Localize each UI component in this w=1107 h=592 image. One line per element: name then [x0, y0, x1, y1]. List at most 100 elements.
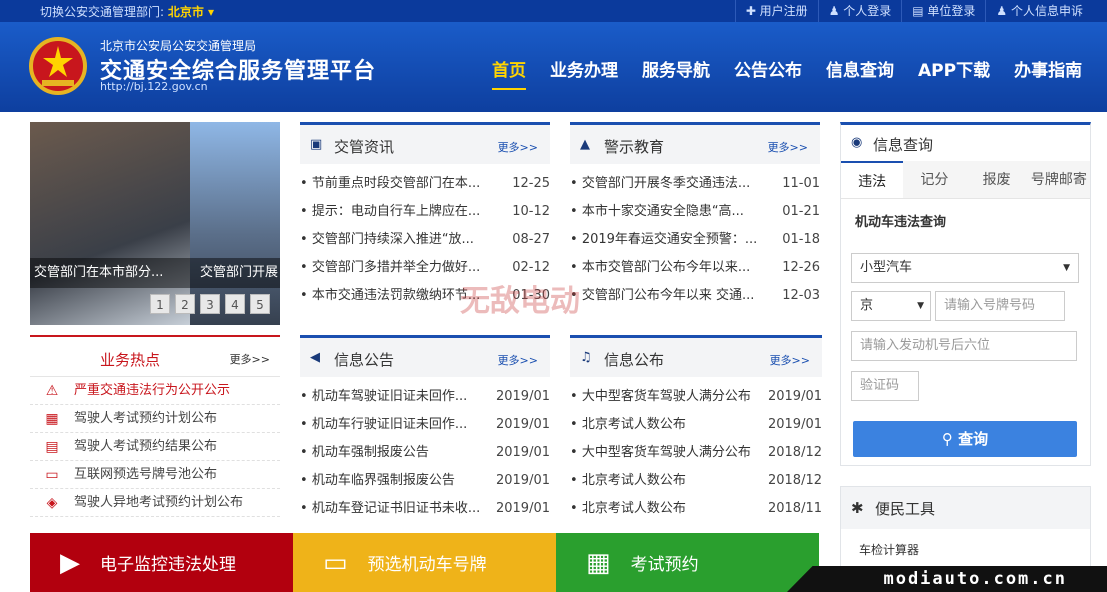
list-item-date: 2019/01	[495, 417, 550, 432]
list-item-title[interactable]: 机动车强制报废公告	[300, 439, 429, 467]
list-item-title[interactable]: 2019年春运交通安全预警：...	[570, 226, 757, 254]
hot-item-label[interactable]: 驾驶人异地考试预约计划公布	[74, 489, 243, 517]
list-item[interactable]: 机动车行驶证旧证未回作... 2019/01	[300, 411, 550, 439]
hot-item-label[interactable]: 驾驶人考试预约计划公布	[74, 405, 217, 433]
city-select[interactable]: 北京市 ▾	[168, 5, 214, 19]
list-item-date: 2019/01	[495, 473, 550, 488]
list-item[interactable]: 交管部门公布今年以来 交通... 12-03	[570, 282, 820, 310]
nav-service[interactable]: 服务导航	[630, 56, 722, 81]
list-item[interactable]: 机动车临界强制报废公告 2019/01	[300, 467, 550, 495]
more-link[interactable]: 更多>>	[498, 139, 538, 155]
tile-preselect-plate[interactable]: ▭ 预选机动车号牌	[293, 533, 556, 592]
list-item[interactable]: 北京考试人数公布 2018/11	[570, 495, 822, 523]
carousel-page-button[interactable]: 5	[250, 294, 270, 314]
list-item-title[interactable]: 北京考试人数公布	[570, 467, 686, 495]
hot-item-label[interactable]: 驾驶人考试预约结果公布	[74, 433, 217, 461]
tab-plate-mail[interactable]: 号牌邮寄	[1028, 161, 1090, 198]
tool-inspection-calculator[interactable]: 车检计算器	[841, 529, 1090, 558]
list-item-title[interactable]: 交管部门公布今年以来 交通...	[570, 282, 755, 310]
list-item-title[interactable]: 北京考试人数公布	[570, 411, 686, 439]
list-item[interactable]: 节前重点时段交管部门在本... 12-25	[300, 170, 550, 198]
unit-login-link[interactable]: ▤ 单位登录	[901, 0, 985, 22]
list-item-title[interactable]: 机动车登记证书旧证书未收...	[300, 495, 480, 523]
list-item-title[interactable]: 提示：电动自行车上牌应在...	[300, 198, 480, 226]
carousel-page-button[interactable]: 3	[200, 294, 220, 314]
list-item-title[interactable]: 北京考试人数公布	[570, 495, 686, 523]
list-item-title[interactable]: 交管部门持续深入推进“放...	[300, 226, 474, 254]
list-item[interactable]: 北京考试人数公布 2019/01	[570, 411, 822, 439]
personal-appeal-link[interactable]: ♟ 个人信息申诉	[985, 0, 1093, 22]
nav-home[interactable]: 首页	[480, 56, 538, 90]
more-link[interactable]: 更多>>	[498, 352, 538, 368]
carousel-page-button[interactable]: 2	[175, 294, 195, 314]
carousel-page-button[interactable]: 1	[150, 294, 170, 314]
list-item-date: 2019/01	[767, 417, 822, 432]
list-item-title[interactable]: 节前重点时段交管部门在本...	[300, 170, 480, 198]
list-item[interactable]: 机动车强制报废公告 2019/01	[300, 439, 550, 467]
nav-app[interactable]: APP下载	[906, 56, 1002, 81]
corner-watermark: modiauto.com.cn	[787, 566, 1107, 592]
nav-guide[interactable]: 办事指南	[1002, 56, 1094, 81]
tile-electronic-violation[interactable]: ▶ 电子监控违法处理	[30, 533, 293, 592]
list-item-title[interactable]: 交管部门多措并举全力做好...	[300, 254, 480, 282]
list-item-title[interactable]: 大中型客货车驾驶人满分公布	[570, 383, 751, 411]
list-item-title[interactable]: 交管部门开展冬季交通违法...	[570, 170, 750, 198]
list-item-title[interactable]: 机动车驾驶证旧证未回作...	[300, 383, 467, 411]
news-carousel[interactable]: 交管部门在本市部分... 交管部门开展 1 2 3 4 5	[30, 122, 280, 325]
tile-exam-booking[interactable]: ▦ 考试预约	[556, 533, 819, 592]
plate-number-input[interactable]: 请输入号牌号码	[935, 291, 1065, 321]
warning-icon: ▲	[580, 137, 590, 152]
list-item[interactable]: 机动车登记证书旧证书未收... 2019/01	[300, 495, 550, 523]
list-item-date: 2018/12	[767, 445, 822, 460]
department-switcher[interactable]: 切换公安交通管理部门: 北京市 ▾	[40, 3, 214, 20]
vehicle-type-select[interactable]: 小型汽车	[851, 253, 1079, 283]
list-item[interactable]: 交管部门持续深入推进“放... 08-27	[300, 226, 550, 254]
list-item-date: 01-18	[782, 232, 820, 247]
list-item[interactable]: 2019年春运交通安全预警：... 01-18	[570, 226, 820, 254]
list-item-date: 2019/01	[495, 389, 550, 404]
list-item-title[interactable]: 机动车临界强制报废公告	[300, 467, 455, 495]
list-item[interactable]: 交管部门开展冬季交通违法... 11-01	[570, 170, 820, 198]
carousel-caption[interactable]: 交管部门开展	[190, 258, 280, 288]
list-item[interactable]: 本市十家交通安全隐患“高... 01-21	[570, 198, 820, 226]
query-button[interactable]: ⚲ 查询	[853, 421, 1077, 457]
list-item-title[interactable]: 本市十家交通安全隐患“高...	[570, 198, 744, 226]
list-item-title[interactable]: 本市交管部门公布今年以来...	[570, 254, 750, 282]
carousel-page-button[interactable]: 4	[225, 294, 245, 314]
province-select[interactable]: 京	[851, 291, 931, 321]
nav-query[interactable]: 信息查询	[814, 56, 906, 81]
more-link[interactable]: 更多>>	[770, 352, 810, 368]
nav-business[interactable]: 业务办理	[538, 56, 630, 81]
hot-item[interactable]: ◈ 驾驶人异地考试预约计划公布	[30, 489, 280, 517]
calendar-check-icon: ▤	[45, 438, 59, 455]
engine-number-input[interactable]: 请输入发动机号后六位	[851, 331, 1077, 361]
more-link[interactable]: 更多>>	[768, 139, 808, 155]
warning-panel: ▲ 警示教育 更多>> 交管部门开展冬季交通违法... 11-01 本市十家交通安全隐患…	[570, 122, 820, 310]
hot-item[interactable]: ▤ 驾驶人考试预约结果公布	[30, 433, 280, 461]
list-item[interactable]: 本市交管部门公布今年以来... 12-26	[570, 254, 820, 282]
list-item-title[interactable]: 机动车行驶证旧证未回作...	[300, 411, 467, 439]
list-item[interactable]: 大中型客货车驾驶人满分公布 2018/12	[570, 439, 822, 467]
hot-item[interactable]: ⚠ 严重交通违法行为公开公示	[30, 377, 280, 405]
hot-item[interactable]: ▭ 互联网预选号牌号池公布	[30, 461, 280, 489]
carousel-caption[interactable]: 交管部门在本市部分...	[30, 258, 190, 288]
tab-violation[interactable]: 违法	[841, 161, 904, 198]
hot-item-label[interactable]: 互联网预选号牌号池公布	[74, 461, 217, 489]
list-item[interactable]: 提示：电动自行车上牌应在... 10-12	[300, 198, 550, 226]
tab-scrap[interactable]: 报废	[966, 161, 1028, 198]
hot-item-label[interactable]: 严重交通违法行为公开公示	[74, 377, 230, 405]
list-item[interactable]: 机动车驾驶证旧证未回作... 2019/01	[300, 383, 550, 411]
panel-title: 业务热点	[100, 351, 161, 369]
list-item-title[interactable]: 本市交通违法罚款缴纳环节...	[300, 282, 480, 310]
hot-item[interactable]: ▦ 驾驶人考试预约计划公布	[30, 405, 280, 433]
list-item[interactable]: 北京考试人数公布 2018/12	[570, 467, 822, 495]
captcha-input[interactable]: 验证码	[851, 371, 919, 401]
personal-login-link[interactable]: ♟ 个人登录	[817, 0, 902, 22]
list-item[interactable]: 大中型客货车驾驶人满分公布 2019/01	[570, 383, 822, 411]
list-item-title[interactable]: 大中型客货车驾驶人满分公布	[570, 439, 751, 467]
tab-points[interactable]: 记分	[903, 161, 965, 198]
bell-icon: ♫	[580, 350, 592, 365]
nav-announcement[interactable]: 公告公布	[722, 56, 814, 81]
user-register-link[interactable]: ✚ 用户注册	[734, 0, 818, 22]
more-link[interactable]: 更多>>	[230, 351, 270, 367]
